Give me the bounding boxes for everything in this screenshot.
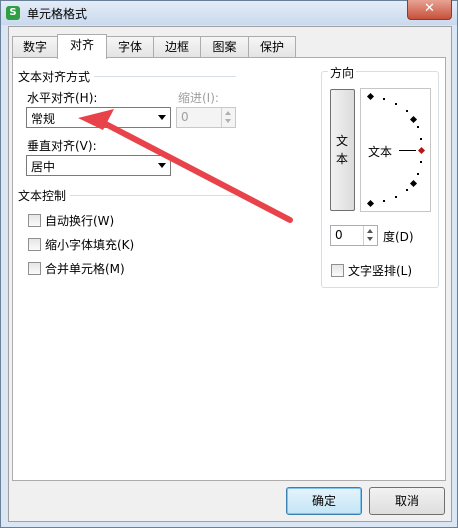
spin-up-icon	[225, 111, 231, 115]
dial-dot	[406, 189, 408, 191]
vertical-align-select[interactable]: 居中	[26, 155, 171, 176]
degree-label: 度(D)	[383, 230, 414, 244]
indent-spin-buttons[interactable]	[221, 108, 235, 127]
dial-dot	[420, 138, 422, 140]
text-control-title: 文本控制	[18, 187, 71, 204]
indent-label: 缩进(I):	[178, 91, 219, 105]
shrink-to-fit-checkbox[interactable]	[28, 238, 41, 251]
degree-value: 0	[335, 228, 343, 242]
tab-font[interactable]: 字体	[106, 36, 154, 58]
title-bar[interactable]: S 单元格格式	[1, 1, 457, 25]
tab-pattern[interactable]: 图案	[200, 36, 249, 58]
tab-number[interactable]: 数字	[12, 36, 58, 58]
wrap-text-label[interactable]: 自动换行(W)	[45, 212, 114, 229]
indent-value: 0	[181, 110, 189, 124]
orientation-dial[interactable]: 文本	[360, 88, 431, 212]
wrap-text-checkbox[interactable]	[28, 214, 41, 227]
dial-marker-90	[366, 92, 375, 101]
vertical-text-button[interactable]: 文 本	[330, 89, 355, 211]
dial-marker-minus-45	[409, 179, 418, 188]
dial-dot	[420, 161, 422, 163]
vertical-text-char-1: 文	[336, 134, 349, 148]
dial-dot	[383, 98, 385, 100]
dial-dot	[406, 110, 408, 112]
shrink-to-fit-label[interactable]: 缩小字体填充(K)	[45, 236, 134, 253]
alignment-group-title: 文本对齐方式	[18, 68, 95, 85]
window-title: 单元格格式	[27, 7, 88, 21]
vertical-align-value: 居中	[31, 160, 56, 174]
spin-up-icon	[367, 229, 373, 233]
degree-spin-buttons[interactable]	[363, 226, 377, 245]
dial-line	[399, 150, 416, 151]
merge-cells-checkbox[interactable]	[28, 262, 41, 275]
horizontal-align-value: 常规	[31, 112, 56, 126]
dial-dot	[395, 103, 397, 105]
horizontal-align-select[interactable]: 常规	[26, 107, 171, 128]
chevron-down-icon	[158, 163, 166, 168]
indent-stepper[interactable]: 0	[176, 107, 236, 128]
dial-marker-45	[409, 115, 418, 124]
merge-cells-label[interactable]: 合并单元格(M)	[45, 260, 125, 277]
vertical-text-char-2: 本	[336, 152, 349, 166]
tab-protection[interactable]: 保护	[248, 36, 296, 58]
spin-down-icon	[367, 237, 373, 241]
degree-stepper[interactable]: 0	[330, 225, 378, 246]
orientation-group-title: 方向	[328, 64, 357, 81]
dial-dot	[417, 173, 419, 175]
cancel-button[interactable]: 取消	[369, 487, 445, 515]
dial-marker-minus-90	[366, 199, 375, 208]
dial-dot	[383, 200, 385, 202]
vertical-align-label: 垂直对齐(V):	[27, 139, 97, 153]
dial-dot	[417, 126, 419, 128]
spin-down-icon	[225, 119, 231, 123]
tab-border[interactable]: 边框	[153, 36, 201, 58]
chevron-down-icon	[158, 115, 166, 120]
ok-button[interactable]: 确定	[286, 487, 362, 515]
dial-dot	[395, 196, 397, 198]
vertical-arrange-label[interactable]: 文字竖排(L)	[348, 262, 412, 279]
vertical-arrange-checkbox[interactable]	[331, 264, 344, 277]
dial-pointer-marker[interactable]	[417, 146, 426, 155]
horizontal-align-label: 水平对齐(H):	[27, 91, 98, 105]
tab-alignment[interactable]: 对齐	[57, 34, 107, 59]
dial-text: 文本	[368, 145, 393, 159]
close-button[interactable]: ✕	[407, 0, 452, 20]
app-icon: S	[6, 6, 20, 20]
